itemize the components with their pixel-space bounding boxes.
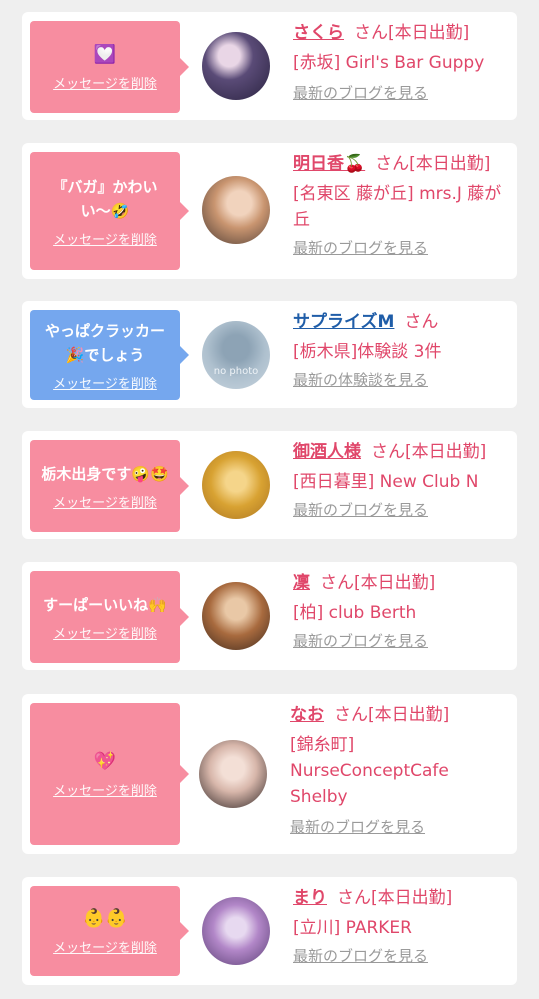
user-info: まり さん[本日出勤] [立川] PARKER 最新のブログを見る: [293, 887, 513, 966]
message-text: 『バガ』かわいい〜🤣: [52, 177, 158, 220]
honorific: さん: [354, 23, 388, 43]
status-badge: [本日出勤]: [409, 154, 491, 174]
user-name-link[interactable]: まり: [293, 888, 327, 908]
status-badge: [本日出勤]: [354, 573, 436, 593]
message-card: やっぱクラッカー🎉でしょう メッセージを削除 no photo サプライズM さん…: [22, 301, 517, 408]
latest-review-link[interactable]: 最新の体験談を見る: [293, 369, 428, 390]
shop-name: [立川] PARKER: [293, 918, 412, 938]
message-text: 💖: [93, 750, 117, 772]
avatar[interactable]: [202, 451, 270, 519]
message-bubble: 💟 メッセージを削除: [30, 21, 189, 113]
delete-message-link[interactable]: メッセージを削除: [53, 492, 157, 511]
message-card: 💟 メッセージを削除 さくら さん[本日出勤] [赤坂] Girl's Bar G…: [22, 12, 517, 120]
latest-blog-link[interactable]: 最新のブログを見る: [293, 945, 428, 966]
avatar[interactable]: no photo: [202, 321, 270, 389]
message-bubble: 栃木出身です🤪🤩 メッセージを削除: [30, 440, 189, 532]
status-badge: [本日出勤]: [368, 705, 450, 725]
delete-message-link[interactable]: メッセージを削除: [53, 623, 157, 642]
message-text: 👶👶: [82, 907, 128, 929]
shop-name: [錦糸町] NurseConceptCafe Shelby: [290, 735, 449, 807]
shop-name: [栃木県]体験談 3件: [293, 342, 442, 362]
user-name-link[interactable]: 明日香🍒: [293, 154, 365, 174]
message-card: 💖 メッセージを削除 なお さん[本日出勤] [錦糸町] NurseConcept…: [22, 694, 517, 854]
user-info: 明日香🍒 さん[本日出勤] [名東区 藤が丘] mrs.J 藤が丘 最新のブログを…: [293, 153, 513, 258]
message-text: 💟: [93, 43, 117, 65]
status-badge: [本日出勤]: [371, 888, 453, 908]
delete-message-link[interactable]: メッセージを削除: [53, 937, 157, 956]
message-card: すーぱーいいね🙌 メッセージを削除 凜さん[本日出勤] [柏] club Ber…: [22, 562, 517, 670]
user-info: 御酒人様 さん[本日出勤] [西日暮里] New Club N 最新のブログを見る: [293, 441, 513, 520]
delete-message-link[interactable]: メッセージを削除: [53, 373, 157, 392]
latest-blog-link[interactable]: 最新のブログを見る: [293, 499, 428, 520]
latest-blog-link[interactable]: 最新のブログを見る: [290, 816, 425, 837]
message-list: 💟 メッセージを削除 さくら さん[本日出勤] [赤坂] Girl's Bar G…: [0, 0, 539, 999]
shop-name: [赤坂] Girl's Bar Guppy: [293, 53, 485, 73]
message-bubble: やっぱクラッカー🎉でしょう メッセージを削除: [30, 310, 189, 400]
shop-name: [西日暮里] New Club N: [293, 472, 479, 492]
delete-message-link[interactable]: メッセージを削除: [53, 780, 157, 799]
user-info: サプライズM さん [栃木県]体験談 3件 最新の体験談を見る: [293, 311, 513, 390]
delete-message-link[interactable]: メッセージを削除: [53, 73, 157, 92]
user-name-link[interactable]: 御酒人様: [293, 442, 361, 462]
latest-blog-link[interactable]: 最新のブログを見る: [293, 237, 428, 258]
message-bubble: すーぱーいいね🙌 メッセージを削除: [30, 571, 189, 663]
honorific: さん: [337, 888, 371, 908]
user-info: なお さん[本日出勤] [錦糸町] NurseConceptCafe Shelby…: [290, 704, 510, 837]
message-card: 『バガ』かわいい〜🤣 メッセージを削除 明日香🍒 さん[本日出勤] [名東区 藤が…: [22, 143, 517, 279]
avatar[interactable]: [202, 176, 270, 244]
avatar[interactable]: [202, 32, 270, 100]
message-card: 👶👶 メッセージを削除 まり さん[本日出勤] [立川] PARKER 最新のブロ…: [22, 877, 517, 985]
status-badge: [本日出勤]: [388, 23, 470, 43]
message-bubble: 💖 メッセージを削除: [30, 703, 189, 845]
user-info: さくら さん[本日出勤] [赤坂] Girl's Bar Guppy 最新のブログ…: [293, 22, 513, 103]
message-bubble: 👶👶 メッセージを削除: [30, 886, 189, 976]
avatar[interactable]: [199, 740, 267, 808]
status-badge: [本日出勤]: [405, 442, 487, 462]
message-bubble: 『バガ』かわいい〜🤣 メッセージを削除: [30, 152, 189, 270]
avatar[interactable]: [202, 582, 270, 650]
message-text: 栃木出身です🤪🤩: [41, 464, 169, 483]
message-text: すーぱーいいね🙌: [43, 595, 167, 614]
user-name-link[interactable]: さくら: [293, 23, 344, 43]
user-name-link[interactable]: 凜: [293, 573, 310, 593]
honorific: さん: [375, 154, 410, 174]
latest-blog-link[interactable]: 最新のブログを見る: [293, 630, 428, 651]
avatar[interactable]: [202, 897, 270, 965]
delete-message-link[interactable]: メッセージを削除: [53, 229, 157, 248]
no-photo-label: no photo: [213, 366, 259, 377]
user-name-link[interactable]: なお: [290, 705, 324, 725]
honorific: さん: [320, 573, 354, 593]
latest-blog-link[interactable]: 最新のブログを見る: [293, 82, 428, 103]
message-card: 栃木出身です🤪🤩 メッセージを削除 御酒人様 さん[本日出勤] [西日暮里] Ne…: [22, 431, 517, 539]
user-name-link[interactable]: サプライズM: [293, 312, 394, 332]
shop-name: [名東区 藤が丘] mrs.J 藤が丘: [293, 184, 502, 230]
message-text: やっぱクラッカー🎉でしょう: [44, 321, 165, 364]
shop-name: [柏] club Berth: [293, 603, 417, 623]
honorific: さん: [404, 312, 439, 332]
user-info: 凜さん[本日出勤] [柏] club Berth 最新のブログを見る: [293, 572, 513, 651]
honorific: さん: [334, 705, 368, 725]
honorific: さん: [371, 442, 405, 462]
